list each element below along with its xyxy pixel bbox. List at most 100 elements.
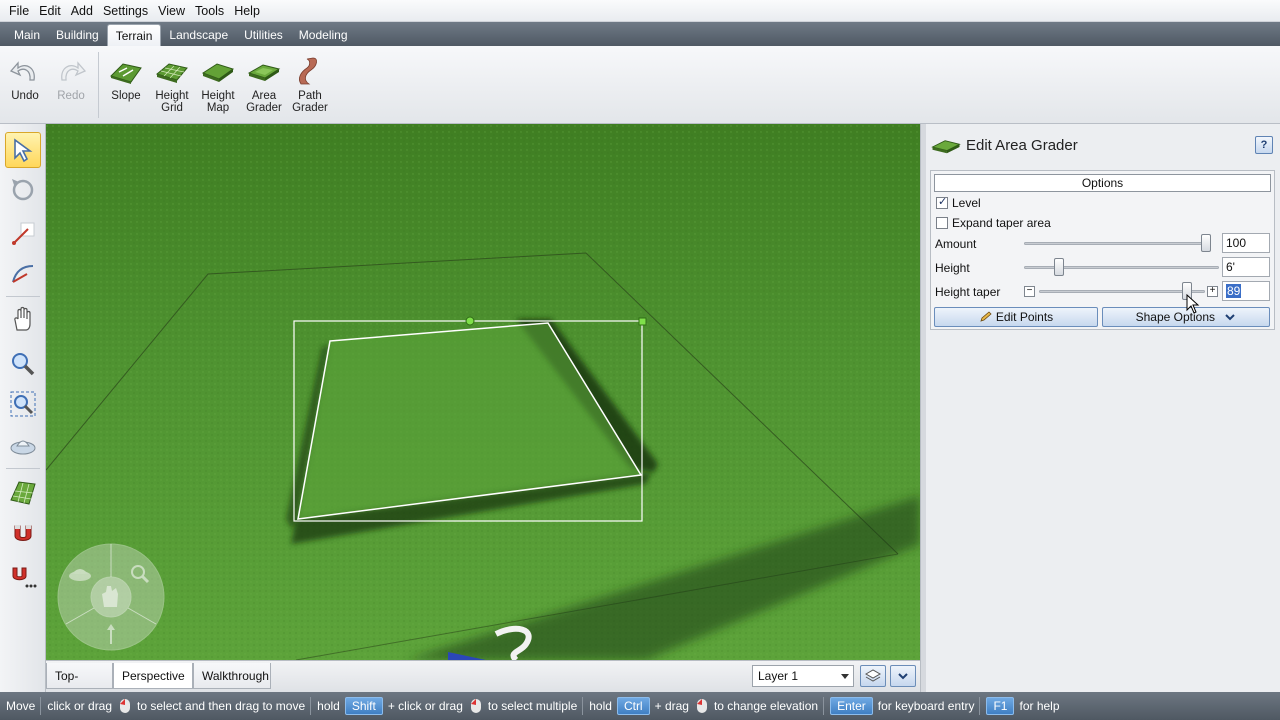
options-header[interactable]: Options (934, 174, 1271, 192)
status-text-help: for help (1019, 699, 1060, 713)
height-map-button[interactable]: Height Map (195, 46, 241, 123)
menu-add[interactable]: Add (66, 0, 98, 22)
height-grid-icon (155, 63, 188, 83)
shift-key-badge: Shift (344, 697, 383, 715)
zoom-extents-button[interactable] (5, 386, 41, 422)
status-text-select-move: to select and then drag to move (137, 699, 306, 713)
path-grader-icon (299, 57, 317, 85)
tab-main[interactable]: Main (6, 24, 48, 46)
status-text-click-drag: + click or drag (387, 699, 463, 713)
orbit-icon (10, 440, 36, 455)
ctrl-key-badge: Ctrl (616, 697, 650, 715)
level-checkbox[interactable] (936, 195, 948, 209)
zoom-tool-button[interactable] (5, 346, 41, 382)
menu-file[interactable]: File (4, 0, 34, 22)
hand-pan-icon (14, 306, 31, 331)
mouse-left-icon (470, 699, 481, 713)
height-grid-label-2: Grid (161, 102, 183, 114)
height-grid-button[interactable]: Height Grid (149, 46, 195, 123)
level-label: Level (952, 196, 981, 210)
slope-button[interactable]: Slope (103, 46, 149, 123)
layer-dropdown[interactable]: Layer 1 (752, 665, 854, 687)
tab-utilities[interactable]: Utilities (236, 24, 291, 46)
rotate-tool-button[interactable] (5, 172, 41, 208)
expand-taper-checkbox[interactable] (936, 217, 948, 229)
taper-increase-button[interactable]: + (1207, 286, 1218, 297)
grid-snap-button[interactable] (5, 474, 41, 510)
height-input[interactable]: 6' (1222, 257, 1270, 277)
area-grader-button[interactable]: Area Grader (241, 46, 287, 123)
height-map-label-2: Map (206, 102, 230, 114)
edit-points-button[interactable]: Edit Points (934, 307, 1098, 327)
menu-tools[interactable]: Tools (190, 0, 229, 22)
status-text-keyboard: for keyboard entry (877, 699, 975, 713)
pencil-icon (980, 311, 992, 322)
mouse-left-icon (120, 699, 131, 713)
object-snap-button[interactable] (5, 516, 41, 552)
status-separator (582, 697, 584, 715)
layer-menu-button[interactable] (890, 665, 916, 687)
select-arrow-icon (14, 138, 33, 163)
height-taper-input[interactable]: 89 (1222, 281, 1270, 301)
slope-label: Slope (111, 90, 141, 102)
tab-perspective[interactable]: Perspective (113, 663, 193, 689)
layer-settings-button[interactable] (860, 665, 886, 687)
area-grader-icon (247, 64, 281, 81)
height-slider-thumb[interactable] (1054, 258, 1065, 276)
menu-edit[interactable]: Edit (34, 0, 66, 22)
status-text-select-multiple: to select multiple (487, 699, 578, 713)
magnet-icon (14, 525, 32, 541)
status-separator (40, 697, 42, 715)
redo-label: Redo (57, 90, 85, 102)
undo-icon (9, 61, 35, 81)
select-tool-button[interactable] (5, 132, 41, 168)
ribbon-tabs: Main Building Terrain Landscape Utilitie… (0, 22, 1280, 46)
orbit-tool-button[interactable] (5, 428, 41, 464)
menu-view[interactable]: View (153, 0, 190, 22)
path-grader-button[interactable]: Path Grader (287, 46, 333, 123)
area-grader-icon (931, 140, 961, 154)
ribbon-separator (98, 52, 99, 118)
tab-top-down[interactable]: Top-Down (46, 663, 113, 709)
layer-value: Layer 1 (758, 669, 799, 683)
height-taper-slider[interactable] (1039, 290, 1205, 293)
expand-taper-label: Expand taper area (952, 216, 1051, 230)
height-map-label-1: Height (201, 90, 235, 102)
amount-slider-thumb[interactable] (1201, 234, 1211, 252)
pan-tool-button[interactable] (5, 302, 41, 338)
status-separator (979, 697, 981, 715)
tab-building[interactable]: Building (48, 24, 107, 46)
magnet-options-icon (12, 567, 37, 588)
taper-decrease-button[interactable]: − (1024, 286, 1035, 297)
level-checkbox-row[interactable]: Level (936, 195, 981, 211)
status-bar: Move click or drag to select and then dr… (0, 692, 1280, 720)
tab-landscape[interactable]: Landscape (161, 24, 236, 46)
help-button[interactable]: ? (1255, 136, 1273, 154)
snap-options-button[interactable] (5, 558, 41, 594)
toolbar-separator (6, 296, 40, 297)
arc-icon (12, 265, 34, 283)
expand-taper-checkbox-row[interactable]: Expand taper area (936, 215, 1051, 231)
shape-options-label: Shape Options (1135, 310, 1216, 324)
f1-key-badge: F1 (986, 697, 1015, 715)
line-tool-button[interactable] (5, 216, 41, 252)
tab-modeling[interactable]: Modeling (291, 24, 356, 46)
slope-icon (110, 63, 142, 84)
menu-help[interactable]: Help (229, 0, 265, 22)
amount-input[interactable]: 100 (1222, 233, 1270, 253)
3d-viewport[interactable] (46, 124, 920, 660)
height-label: Height (935, 261, 970, 275)
menu-settings[interactable]: Settings (98, 0, 153, 22)
navigation-wheel[interactable] (56, 542, 166, 652)
layers-icon (864, 669, 882, 682)
zoom-extents-icon (10, 391, 36, 417)
amount-slider[interactable] (1024, 242, 1206, 245)
height-map-icon (201, 63, 235, 82)
properties-panel: Edit Area Grader ? Options Level Expand … (926, 124, 1280, 692)
tab-terrain[interactable]: Terrain (106, 24, 162, 46)
undo-button[interactable]: Undo (2, 46, 48, 123)
arc-tool-button[interactable] (5, 256, 41, 292)
status-separator (310, 697, 312, 715)
tab-walkthrough[interactable]: Walkthrough (193, 663, 271, 689)
redo-button[interactable]: Redo (48, 46, 94, 123)
